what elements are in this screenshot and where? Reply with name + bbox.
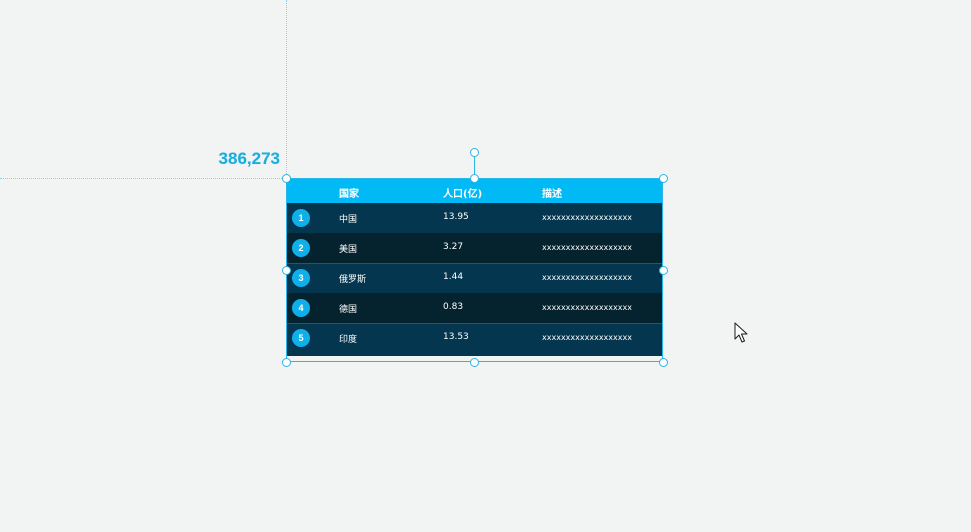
header-country: 国家 xyxy=(339,189,359,200)
vertical-alignment-guide xyxy=(286,0,287,178)
table-row: 4 德国 0.83 xxxxxxxxxxxxxxxxxxx xyxy=(286,293,663,323)
resize-handle-bottom-left[interactable] xyxy=(282,358,291,367)
resize-handle-bottom-right[interactable] xyxy=(659,358,668,367)
horizontal-alignment-guide xyxy=(0,178,286,179)
population-cell: 0.83 xyxy=(443,302,464,312)
country-cell: 美国 xyxy=(339,245,358,255)
country-cell: 俄罗斯 xyxy=(339,275,367,285)
description-cell: xxxxxxxxxxxxxxxxxxx xyxy=(542,273,632,282)
description-cell: xxxxxxxxxxxxxxxxxxx xyxy=(542,303,632,312)
resize-handle-right[interactable] xyxy=(659,266,668,275)
editor-canvas[interactable]: 386,273 国家 人口(亿) 描述 1 中国 13.95 xxxxxxxxx… xyxy=(0,0,971,532)
row-divider xyxy=(286,263,663,264)
rank-badge: 5 xyxy=(292,329,310,347)
header-population: 人口(亿) xyxy=(443,189,483,200)
rotate-handle[interactable] xyxy=(470,148,479,157)
table-row: 5 印度 13.53 xxxxxxxxxxxxxxxxxxx xyxy=(286,323,663,356)
position-readout: 386,273 xyxy=(218,149,280,168)
mouse-pointer-icon xyxy=(734,322,748,343)
description-cell: xxxxxxxxxxxxxxxxxxx xyxy=(542,213,632,222)
country-cell: 中国 xyxy=(339,215,358,225)
description-cell: xxxxxxxxxxxxxxxxxxx xyxy=(542,243,632,252)
resize-handle-top[interactable] xyxy=(470,174,479,183)
row-divider xyxy=(286,323,663,324)
population-cell: 3.27 xyxy=(443,242,464,252)
ranking-table-widget[interactable]: 国家 人口(亿) 描述 1 中国 13.95 xxxxxxxxxxxxxxxxx… xyxy=(286,178,663,356)
country-cell: 德国 xyxy=(339,305,358,315)
rank-badge: 3 xyxy=(292,269,310,287)
rank-badge: 1 xyxy=(292,209,310,227)
description-cell: xxxxxxxxxxxxxxxxxxx xyxy=(542,333,632,342)
population-cell: 13.53 xyxy=(443,332,469,342)
population-cell: 13.95 xyxy=(443,212,469,222)
rank-badge: 4 xyxy=(292,299,310,317)
resize-handle-bottom[interactable] xyxy=(470,358,479,367)
population-cell: 1.44 xyxy=(443,272,464,282)
resize-handle-top-left[interactable] xyxy=(282,174,291,183)
table-row: 1 中国 13.95 xxxxxxxxxxxxxxxxxxx xyxy=(286,203,663,233)
country-cell: 印度 xyxy=(339,335,358,345)
table-row: 3 俄罗斯 1.44 xxxxxxxxxxxxxxxxxxx xyxy=(286,263,663,293)
rank-badge: 2 xyxy=(292,239,310,257)
table-row: 2 美国 3.27 xxxxxxxxxxxxxxxxxxx xyxy=(286,233,663,263)
resize-handle-left[interactable] xyxy=(282,266,291,275)
header-description: 描述 xyxy=(542,189,562,200)
resize-handle-top-right[interactable] xyxy=(659,174,668,183)
